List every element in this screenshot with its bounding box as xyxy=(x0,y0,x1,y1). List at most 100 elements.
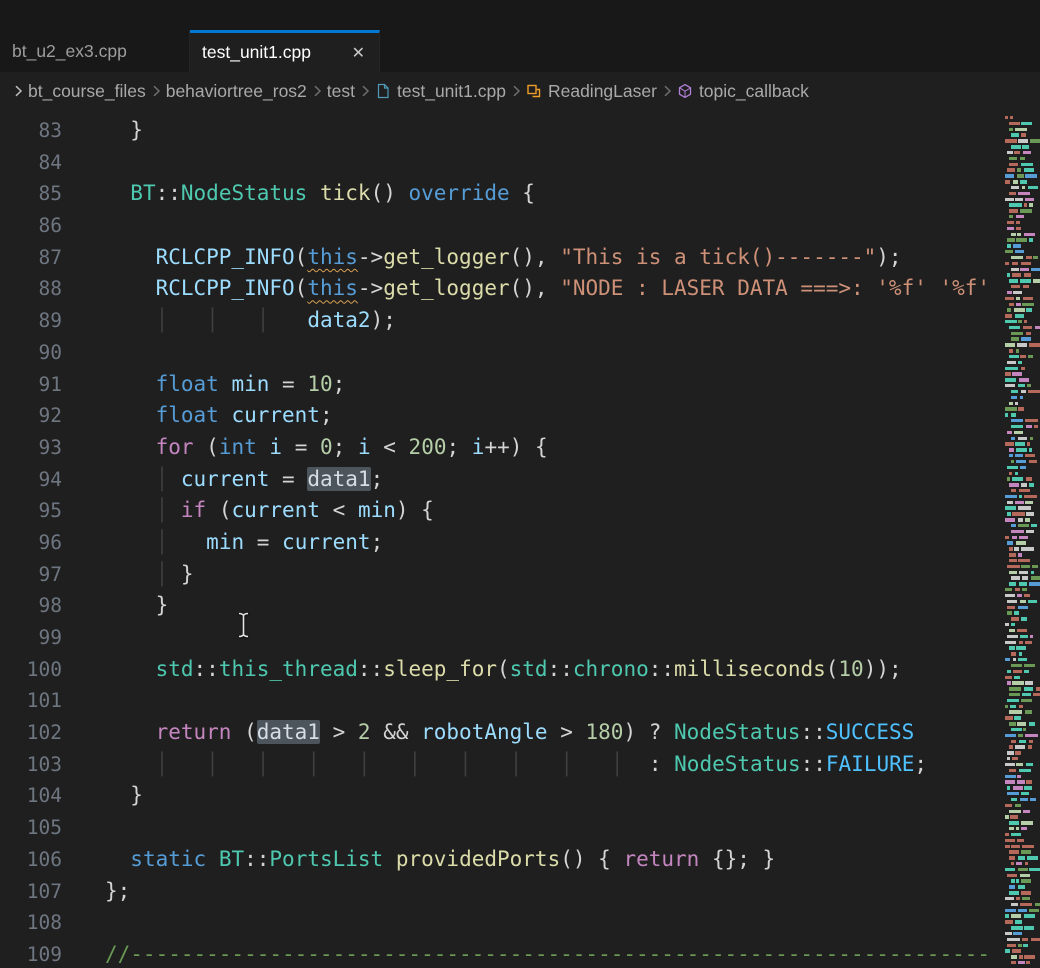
minimap-token xyxy=(1019,740,1026,743)
code-line-109[interactable]: 109//-----------------------------------… xyxy=(0,939,1040,968)
minimap-line xyxy=(1004,320,1040,323)
tab-bt_u2_ex3.cpp[interactable]: bt_u2_ex3.cpp xyxy=(0,30,190,72)
minimap-token xyxy=(1015,314,1024,317)
token: current xyxy=(282,530,371,554)
code-line-93[interactable]: 93 for (int i = 0; i < 200; i++) { xyxy=(0,432,1040,464)
code-line-85[interactable]: 85 BT::NodeStatus tick() override { xyxy=(0,178,1040,210)
code-line-97[interactable]: 97 │ } xyxy=(0,559,1040,591)
token: NodeStatus xyxy=(674,720,800,744)
code-line-83[interactable]: 83 } xyxy=(0,115,1040,147)
minimap-token xyxy=(1013,932,1022,935)
minimap-token xyxy=(1007,681,1011,684)
token: │ xyxy=(257,308,270,332)
minimap-token xyxy=(1029,740,1034,743)
minimap-line xyxy=(1004,151,1040,154)
token xyxy=(219,752,257,776)
minimap-line xyxy=(1004,477,1040,480)
minimap[interactable] xyxy=(1003,110,1040,968)
code-line-89[interactable]: 89 │ │ │ data2); xyxy=(0,305,1040,337)
code-line-103[interactable]: 103 │ │ │ │ │ │ │ │ │ │ : NodeStatus::FA… xyxy=(0,749,1040,781)
token: 10 xyxy=(307,372,332,396)
minimap-token xyxy=(1024,926,1034,929)
minimap-token xyxy=(1017,343,1027,346)
token: (), xyxy=(510,245,561,269)
minimap-token xyxy=(1022,588,1027,591)
minimap-token xyxy=(1021,699,1032,702)
code-line-98[interactable]: 98 } xyxy=(0,590,1040,622)
code-line-90[interactable]: 90 xyxy=(0,337,1040,369)
minimap-token xyxy=(1025,681,1032,684)
token xyxy=(105,847,130,871)
breadcrumb-item-test[interactable]: test xyxy=(327,81,355,102)
minimap-token xyxy=(1025,710,1032,713)
code-line-95[interactable]: 95 │ if (current < min) { xyxy=(0,495,1040,527)
minimap-line xyxy=(1004,291,1040,294)
minimap-line xyxy=(1004,949,1040,952)
code-line-104[interactable]: 104 } xyxy=(0,780,1040,812)
minimap-token xyxy=(1010,705,1016,708)
close-tab-icon[interactable]: ✕ xyxy=(332,43,365,63)
minimap-line xyxy=(1004,512,1040,515)
code-line-101[interactable]: 101 xyxy=(0,685,1040,717)
breadcrumb-item-topic_callback[interactable]: topic_callback xyxy=(677,81,809,102)
breadcrumb-item-bt_course_files[interactable]: bt_course_files xyxy=(28,81,146,102)
code-line-99[interactable]: 99 xyxy=(0,622,1040,654)
minimap-token xyxy=(1018,320,1022,323)
minimap-line xyxy=(1004,332,1040,335)
minimap-token xyxy=(1015,501,1023,504)
minimap-token xyxy=(1029,460,1037,463)
breadcrumb-item-ReadingLaser[interactable]: ReadingLaser xyxy=(526,81,657,102)
minimap-token xyxy=(1007,938,1020,941)
code-line-94[interactable]: 94 │ current = data1; xyxy=(0,464,1040,496)
minimap-token xyxy=(1019,571,1028,574)
minimap-token xyxy=(1017,839,1024,842)
tab-test_unit1.cpp[interactable]: test_unit1.cpp✕ xyxy=(190,30,380,72)
breadcrumb-item-behaviortree_ros2[interactable]: behaviortree_ros2 xyxy=(166,81,307,102)
minimap-token xyxy=(1016,879,1019,882)
minimap-token xyxy=(1011,285,1020,288)
minimap-token xyxy=(1011,652,1016,655)
code-line-88[interactable]: 88 RCLCPP_INFO(this->get_logger(), "NODE… xyxy=(0,273,1040,305)
minimap-token xyxy=(1024,670,1030,673)
minimap-token xyxy=(1021,390,1026,393)
code-line-108[interactable]: 108 xyxy=(0,907,1040,939)
minimap-token xyxy=(1007,227,1014,230)
minimap-token xyxy=(1005,658,1010,661)
breadcrumb-item-test_unit1.cpp[interactable]: test_unit1.cpp xyxy=(375,81,506,102)
code-line-107[interactable]: 107}; xyxy=(0,876,1040,908)
code-line-86[interactable]: 86 xyxy=(0,210,1040,242)
minimap-token xyxy=(1015,804,1022,807)
token: i xyxy=(269,435,282,459)
mouse-cursor-ibeam xyxy=(236,611,251,644)
minimap-line xyxy=(1004,133,1040,136)
minimap-token xyxy=(1014,308,1024,311)
code-line-102[interactable]: 102 return (data1 > 2 && robotAngle > 18… xyxy=(0,717,1040,749)
code-line-91[interactable]: 91 float min = 10; xyxy=(0,369,1040,401)
code-line-100[interactable]: 100 std::this_thread::sleep_for(std::chr… xyxy=(0,654,1040,686)
minimap-token xyxy=(1024,233,1035,236)
minimap-token xyxy=(1016,349,1019,352)
minimap-line xyxy=(1004,757,1040,760)
minimap-token xyxy=(1018,944,1022,947)
code-editor[interactable]: 83 }8485 BT::NodeStatus tick() override … xyxy=(0,110,1040,968)
minimap-token xyxy=(1018,437,1027,440)
minimap-token xyxy=(1014,431,1023,434)
minimap-token xyxy=(1028,390,1040,393)
minimap-token xyxy=(1021,827,1027,830)
minimap-line xyxy=(1004,588,1040,591)
minimap-token xyxy=(1023,728,1026,731)
line-number: 102 xyxy=(0,717,62,749)
code-line-96[interactable]: 96 │ min = current; xyxy=(0,527,1040,559)
minimap-line xyxy=(1004,413,1040,416)
minimap-token xyxy=(1018,518,1024,521)
code-line-105[interactable]: 105 xyxy=(0,812,1040,844)
code-line-92[interactable]: 92 float current; xyxy=(0,400,1040,432)
token: │ xyxy=(156,308,169,332)
code-line-106[interactable]: 106 static BT::PortsList providedPorts()… xyxy=(0,844,1040,876)
token: float xyxy=(156,372,219,396)
minimap-token xyxy=(1021,262,1031,265)
code-line-87[interactable]: 87 RCLCPP_INFO(this->get_logger(), "This… xyxy=(0,242,1040,274)
code-line-84[interactable]: 84 xyxy=(0,147,1040,179)
minimap-line xyxy=(1004,780,1040,783)
minimap-token xyxy=(1015,250,1024,253)
